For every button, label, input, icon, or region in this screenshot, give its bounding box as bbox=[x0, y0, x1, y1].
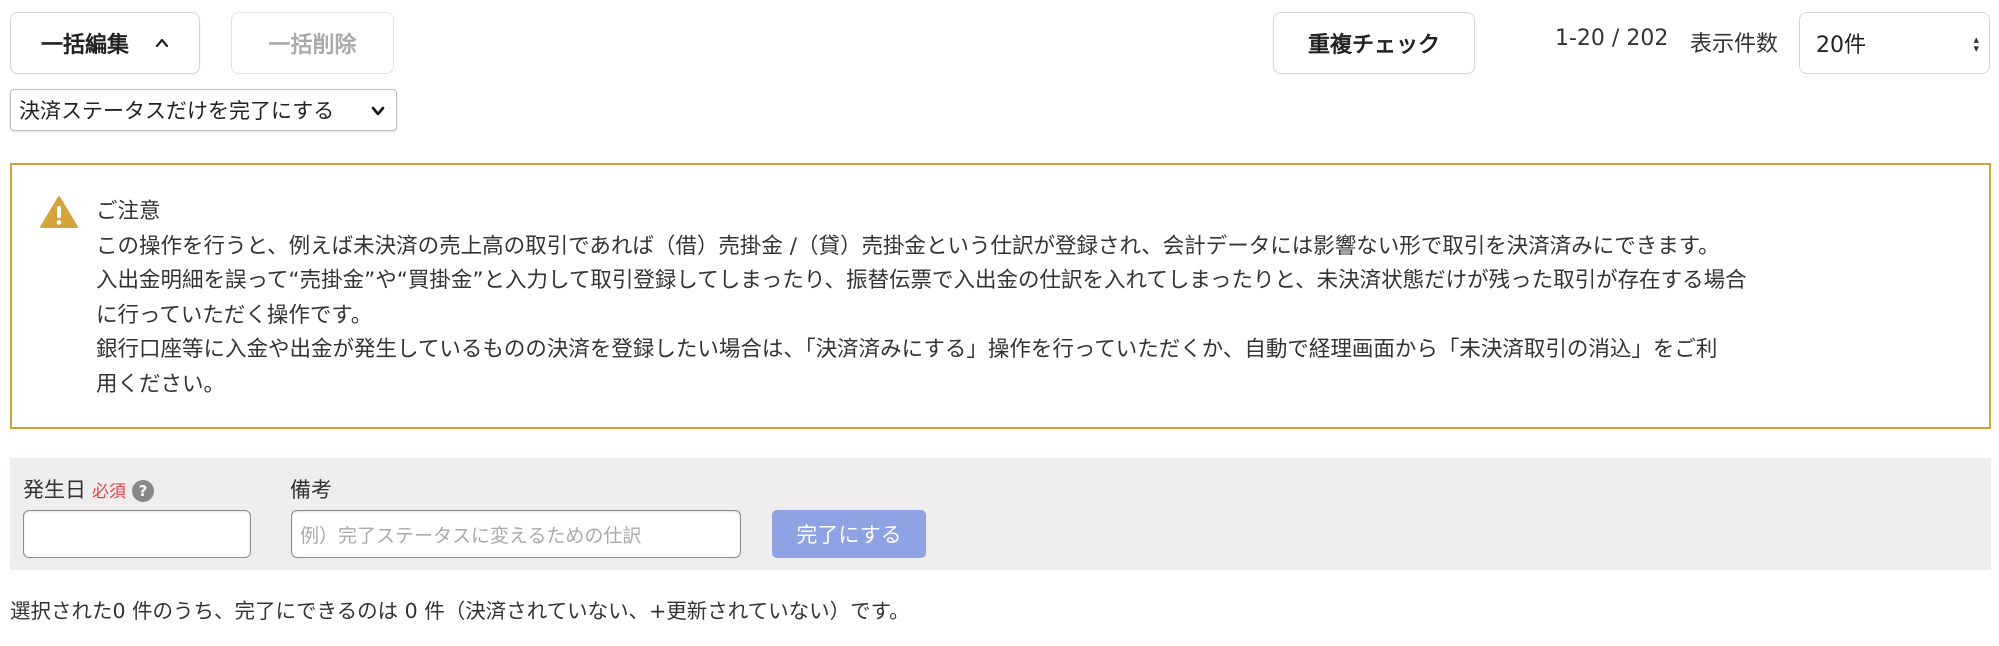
per-page-value: 20件 bbox=[1816, 33, 1866, 58]
page: 一括編集 一括削除 重複チェック 1-20 / 202 表示件数 20件 ▴ ▾ … bbox=[0, 0, 1999, 646]
select-arrows-icon: ▴ ▾ bbox=[1973, 33, 1979, 55]
chevron-down-icon bbox=[371, 106, 385, 116]
complete-button[interactable]: 完了にする bbox=[772, 510, 926, 558]
notice-line: この操作を行うと、例えば未決済の売上高の取引であれば（借）売掛金 /（貸）売掛金… bbox=[96, 233, 1720, 259]
required-badge: 必須 bbox=[92, 482, 126, 502]
warning-triangle-icon bbox=[40, 196, 78, 228]
complete-button-label: 完了にする bbox=[796, 523, 902, 547]
bulk-action-value: 決済ステータスだけを完了にする bbox=[19, 99, 335, 123]
note-label: 備考 bbox=[290, 478, 332, 502]
per-page-label: 表示件数 bbox=[1690, 32, 1779, 57]
question-circle-icon[interactable]: ? bbox=[132, 480, 154, 502]
bulk-delete-label: 一括削除 bbox=[268, 33, 357, 58]
notice-title: ご注意 bbox=[96, 199, 161, 224]
date-label-group: 発生日 必須? bbox=[23, 474, 154, 504]
notice-line: に行っていただく操作です。 bbox=[96, 302, 373, 328]
chevron-up-icon bbox=[155, 38, 169, 48]
duplicate-check-button[interactable]: 重複チェック bbox=[1273, 12, 1475, 74]
notice-line: 入出金明細を誤って“売掛金”や“買掛金”と入力して取引登録してしまったり、振替伝… bbox=[96, 268, 1747, 293]
bulk-action-select[interactable]: 決済ステータスだけを完了にする bbox=[10, 89, 397, 131]
selection-summary: 選択された0 件のうち、完了にできるのは 0 件（決済されていない、+更新されて… bbox=[10, 599, 910, 623]
note-input-placeholder: 例）完了ステータスに変えるための仕訳 bbox=[300, 524, 642, 547]
notice-line: 銀行口座等に入金や出金が発生しているものの決済を登録したい場合は、「決済済みにす… bbox=[96, 337, 1718, 362]
date-label: 発生日 bbox=[23, 478, 86, 502]
note-input[interactable]: 例）完了ステータスに変えるための仕訳 bbox=[291, 510, 741, 558]
date-input[interactable] bbox=[23, 510, 251, 558]
pagination-range: 1-20 / 202 bbox=[1555, 26, 1669, 51]
duplicate-check-label: 重複チェック bbox=[1307, 33, 1440, 58]
notice-body: ご注意 この操作を行うと、例えば未決済の売上高の取引であれば（借）売掛金 /（貸… bbox=[96, 195, 1747, 402]
complete-form-panel: 発生日 必須? 備考 例）完了ステータスに変えるための仕訳 完了にする bbox=[10, 458, 1991, 570]
per-page-select[interactable]: 20件 ▴ ▾ bbox=[1799, 12, 1990, 74]
bulk-edit-button[interactable]: 一括編集 bbox=[10, 12, 200, 74]
bulk-edit-label: 一括編集 bbox=[40, 33, 129, 58]
bulk-delete-button[interactable]: 一括削除 bbox=[231, 12, 394, 74]
caution-notice: ご注意 この操作を行うと、例えば未決済の売上高の取引であれば（借）売掛金 /（貸… bbox=[10, 163, 1991, 429]
notice-line: 用ください。 bbox=[96, 371, 226, 397]
